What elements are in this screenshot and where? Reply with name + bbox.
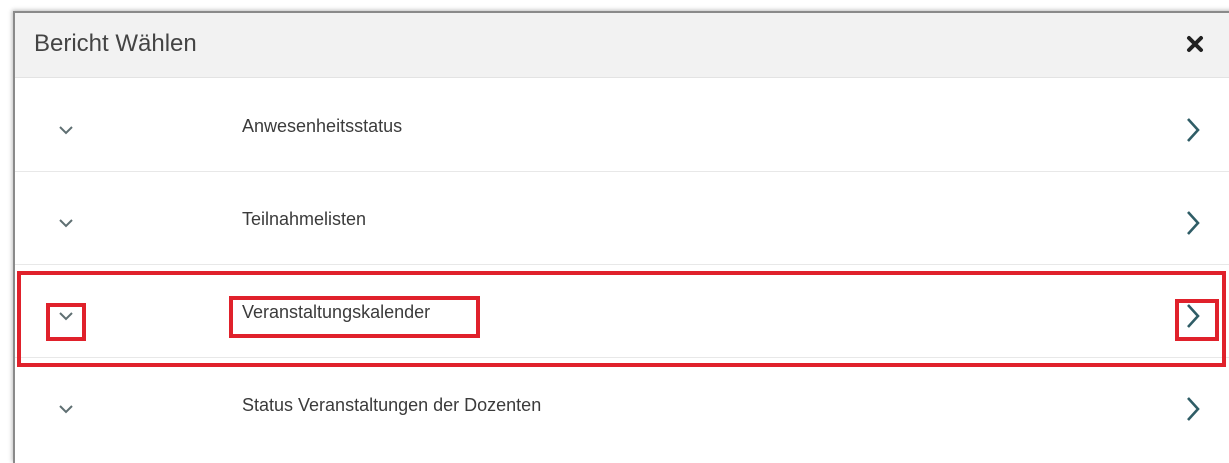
expand-button[interactable] [55,119,77,141]
report-row-veranstaltungskalender[interactable]: Veranstaltungskalender [15,265,1229,358]
report-select-dialog: Bericht Wählen Anwesenheitsstatus Teilna… [13,11,1229,463]
open-report-button[interactable] [1179,114,1207,146]
open-report-button[interactable] [1179,207,1207,239]
expand-button[interactable] [55,398,77,420]
expand-button[interactable] [55,212,77,234]
open-report-button[interactable] [1179,393,1207,425]
report-label[interactable]: Veranstaltungskalender [242,301,430,323]
chevron-down-icon [59,126,73,135]
dialog-title: Bericht Wählen [34,30,197,57]
report-row-status-veranstaltungen[interactable]: Status Veranstaltungen der Dozenten [15,358,1229,450]
report-row-teilnahmelisten[interactable]: Teilnahmelisten [15,172,1229,265]
chevron-right-icon [1187,118,1200,142]
report-label[interactable]: Status Veranstaltungen der Dozenten [242,394,541,416]
chevron-down-icon [59,312,73,321]
report-label[interactable]: Anwesenheitsstatus [242,115,402,137]
chevron-down-icon [59,219,73,228]
report-row-anwesenheitsstatus[interactable]: Anwesenheitsstatus [15,79,1229,172]
close-button[interactable] [1180,29,1210,59]
dialog-header: Bericht Wählen [15,13,1229,78]
open-report-button[interactable] [1179,300,1207,332]
screenshot-frame: Bericht Wählen Anwesenheitsstatus Teilna… [0,0,1229,463]
close-icon [1187,36,1203,52]
chevron-down-icon [59,405,73,414]
chevron-right-icon [1187,304,1200,328]
chevron-right-icon [1187,211,1200,235]
expand-button[interactable] [55,305,77,327]
chevron-right-icon [1187,397,1200,421]
report-label[interactable]: Teilnahmelisten [242,208,366,230]
